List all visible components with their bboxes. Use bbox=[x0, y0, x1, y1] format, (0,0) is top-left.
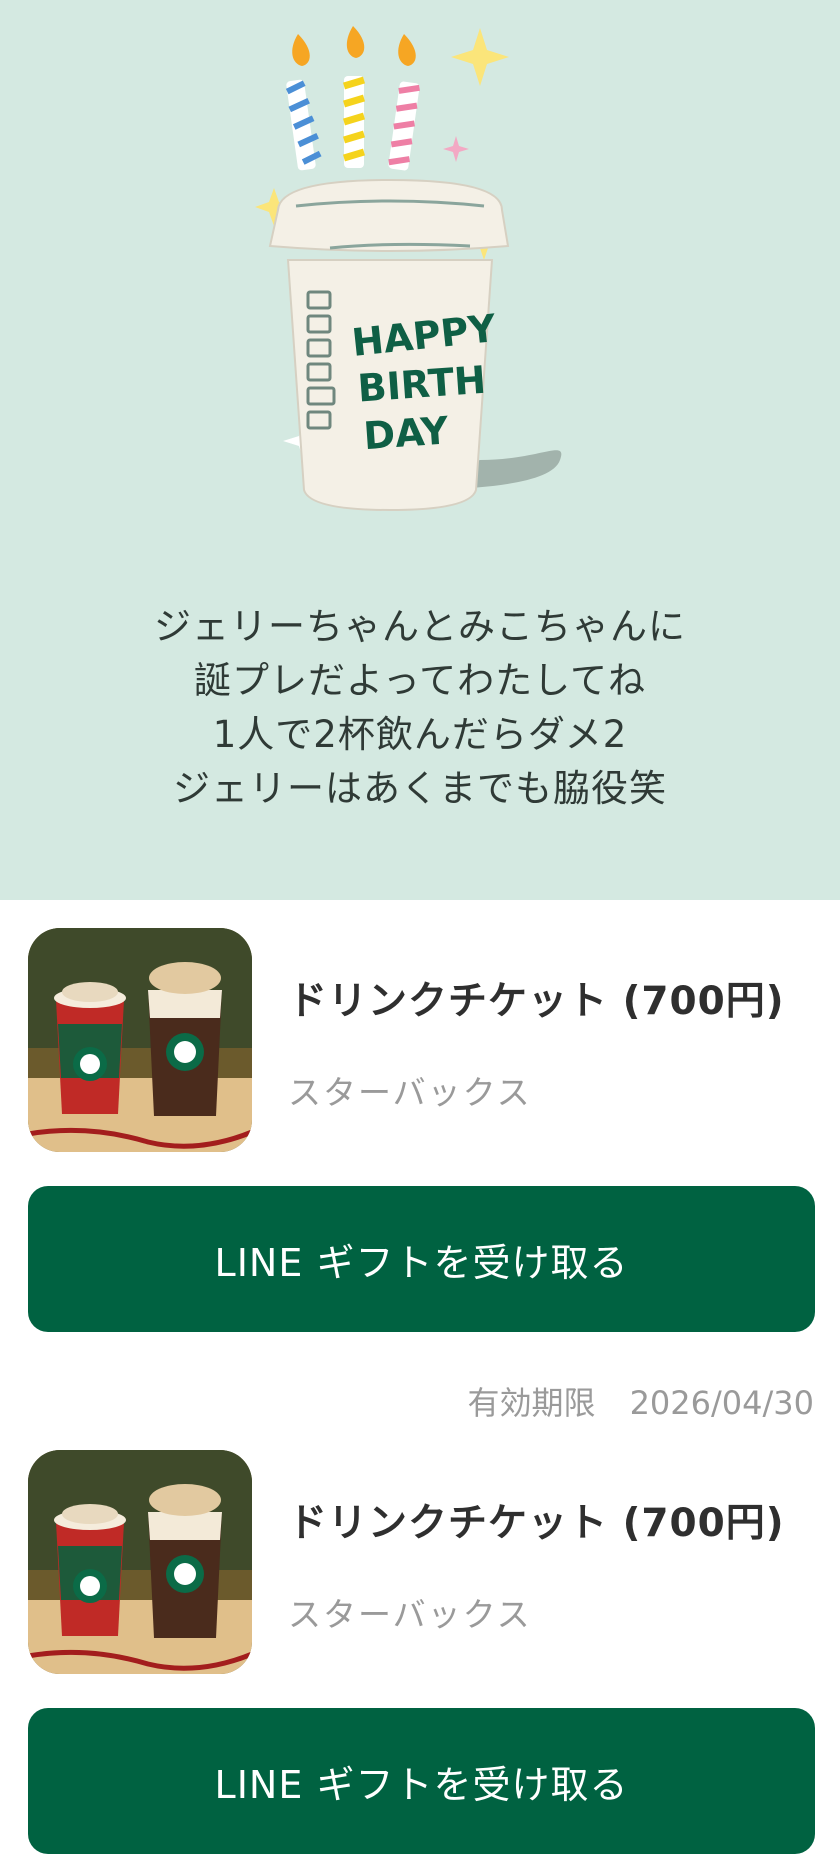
gift-brand: スターバックス bbox=[288, 1073, 532, 1112]
starbucks-drinks-image bbox=[28, 928, 252, 1152]
gift-item: ドリンクチケット (700円) スターバックス LINE ギフトを受け取る bbox=[0, 1450, 840, 1868]
message-line: 誕プレだよってわたしてね bbox=[194, 659, 646, 702]
gift-message: ジェリーちゃんとみこちゃんに 誕プレだよってわたしてね 1人で2杯飲んだらダメ2… bbox=[0, 600, 840, 816]
receive-gift-button[interactable]: LINE ギフトを受け取る bbox=[28, 1708, 815, 1854]
receive-gift-button[interactable]: LINE ギフトを受け取る bbox=[28, 1186, 815, 1332]
candle-blue bbox=[285, 34, 322, 171]
message-line: ジェリーはあくまでも脇役笑 bbox=[173, 767, 667, 810]
starbucks-drinks-image bbox=[28, 1450, 252, 1674]
candle-yellow bbox=[342, 26, 366, 168]
birthday-cup-illustration: HAPPY BIRTH DAY bbox=[255, 26, 562, 512]
message-line: 1人で2杯飲んだらダメ2 bbox=[212, 713, 628, 756]
candle-pink bbox=[388, 34, 420, 171]
gift-brand: スターバックス bbox=[288, 1595, 532, 1634]
gift-item: ドリンクチケット (700円) スターバックス LINE ギフトを受け取る 有効… bbox=[0, 928, 840, 1422]
product-thumbnail bbox=[28, 1450, 252, 1674]
gift-message-card: HAPPY BIRTH DAY ジェリーちゃんとみこちゃんに 誕プレだよってわた… bbox=[0, 0, 840, 900]
expiry-date: 2026/04/30 bbox=[629, 1384, 814, 1422]
gift-title: ドリンクチケット (700円) bbox=[288, 1501, 785, 1546]
gift-title: ドリンクチケット (700円) bbox=[288, 979, 785, 1024]
expiry-info: 有効期限 2026/04/30 bbox=[468, 1378, 814, 1424]
message-line: ジェリーちゃんとみこちゃんに bbox=[154, 605, 686, 648]
expiry-label: 有効期限 bbox=[467, 1384, 596, 1422]
cup-text-line-3: DAY bbox=[362, 408, 450, 458]
product-thumbnail bbox=[28, 928, 252, 1152]
cup-text-line-2: BIRTH bbox=[356, 358, 487, 411]
